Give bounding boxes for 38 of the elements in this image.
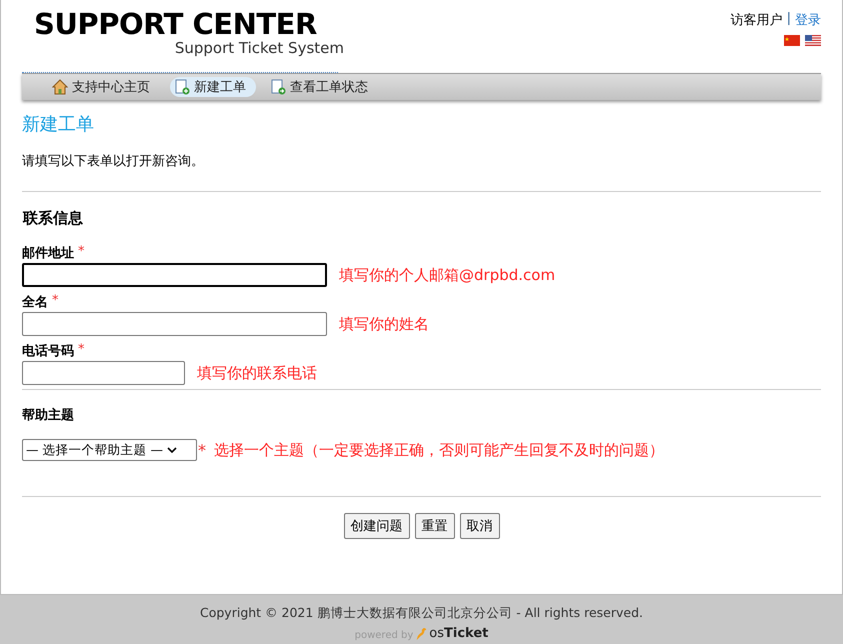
chevron-down-icon — [166, 447, 177, 453]
document-plus-icon — [174, 79, 190, 95]
form-button[interactable]: 取消 — [460, 513, 500, 539]
field-label: 邮件地址 — [22, 245, 74, 262]
form-button[interactable]: 创建问题 — [344, 513, 410, 539]
topic-dropdown[interactable]: — 选择一个帮助主题 — — [22, 439, 197, 461]
logo-title: SUPPORT CENTER — [34, 8, 317, 40]
login-link[interactable]: 登录 — [795, 11, 821, 29]
input-field[interactable] — [22, 263, 327, 287]
logo-subtitle: Support Ticket System — [174, 40, 344, 57]
field-hint: 填写你的联系电话 — [197, 364, 317, 382]
brand-logo: osTicket — [429, 626, 488, 641]
field-hint: 填写你的个人邮箱@drpbd.com — [339, 266, 556, 284]
required-mark: * — [198, 440, 206, 460]
user-label: 访客用户 — [730, 12, 783, 29]
form-button[interactable]: 重置 — [414, 513, 454, 539]
field-label: 全名 — [22, 294, 48, 311]
section-title: 联系信息 — [23, 209, 84, 228]
nav-tab[interactable]: 新建工单 — [170, 77, 256, 97]
input-field[interactable] — [22, 361, 185, 385]
intro-text: 请填写以下表单以打开新咨询。 — [22, 153, 205, 170]
required-mark: * — [78, 342, 84, 359]
home-icon — [52, 79, 68, 95]
field-hint: 选择一个主题（一定要选择正确，否则可能产生回复不及时的问题） — [214, 440, 664, 460]
field-label: 帮助主题 — [22, 406, 75, 424]
copyright-text: Copyright © 2021 鹏博士大数据有限公司北京分公司 - All rights reserved. — [199, 605, 644, 622]
required-mark: * — [78, 244, 84, 261]
document-arrow-icon — [270, 79, 286, 95]
page-title: 新建工单 — [22, 113, 95, 136]
field-label: 电话号码 — [22, 343, 74, 360]
flag-icon[interactable] — [805, 35, 821, 46]
nav-tab[interactable]: 查看工单状态 — [266, 77, 378, 97]
separator: | — [786, 11, 791, 28]
required-mark: * — [52, 293, 58, 310]
nav-tab[interactable]: 支持中心主页 — [48, 77, 160, 97]
flag-icon[interactable] — [784, 35, 800, 46]
field-hint: 填写你的姓名 — [339, 314, 429, 334]
input-field[interactable] — [22, 312, 327, 336]
